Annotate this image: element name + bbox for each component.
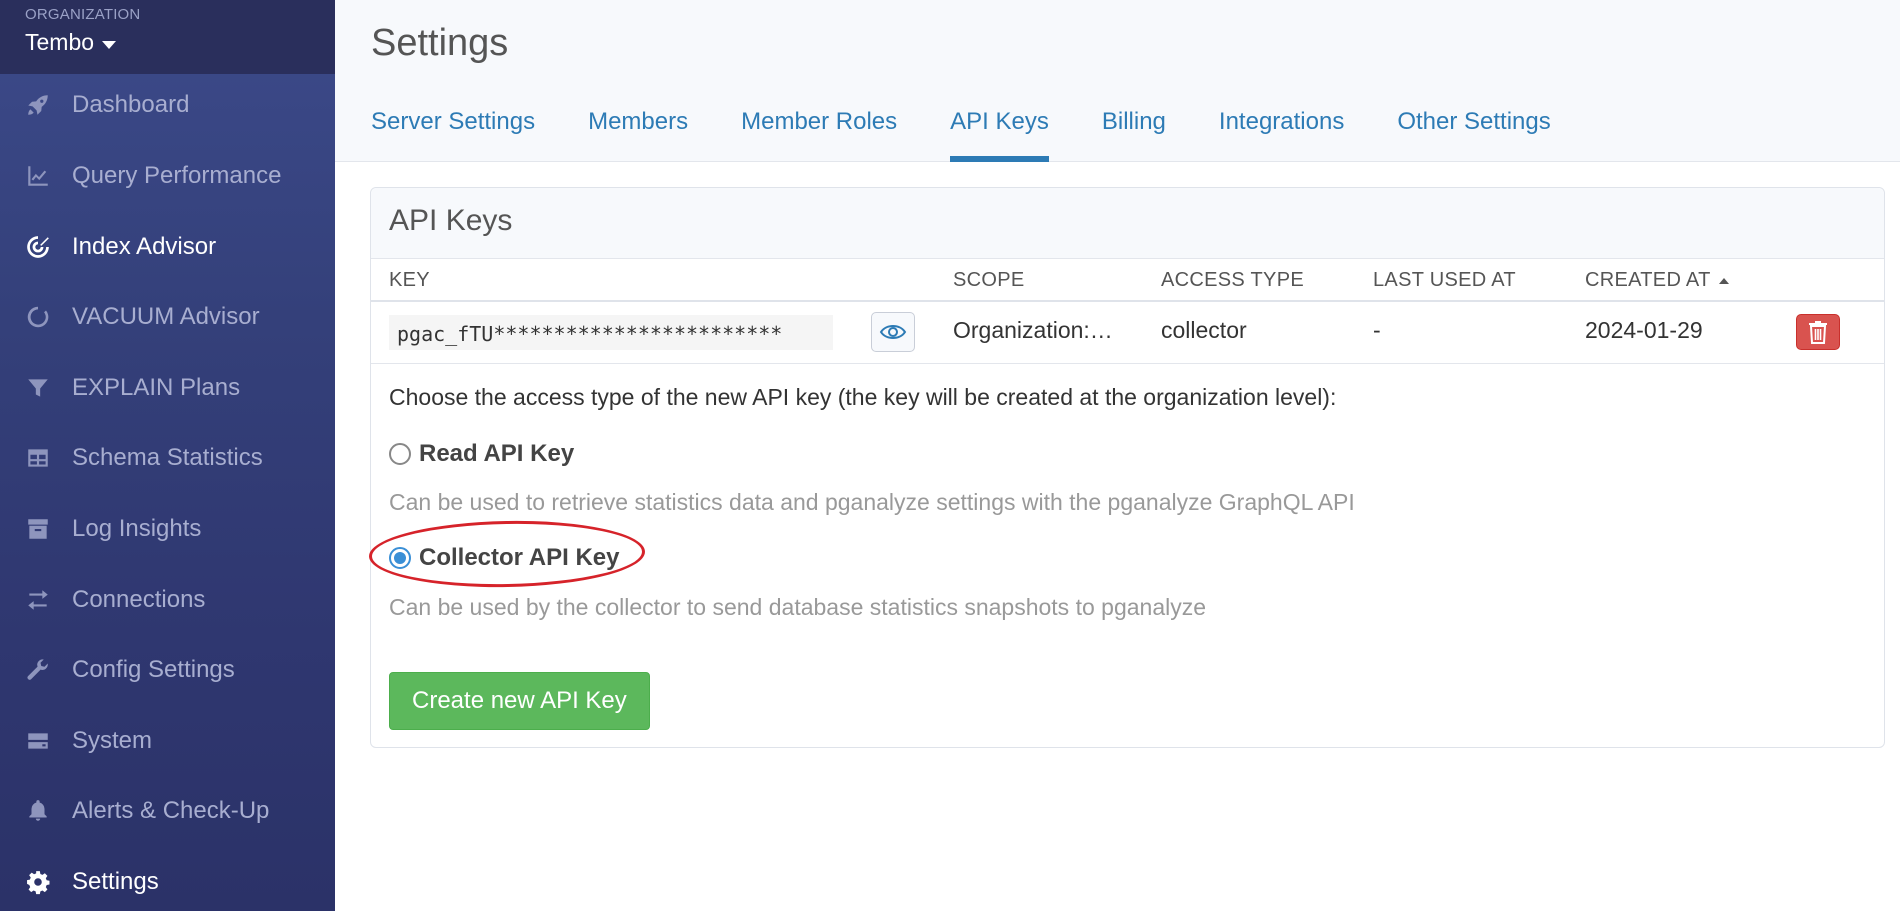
column-header-created-at-label: CREATED AT: [1585, 269, 1711, 291]
read-api-key-option[interactable]: Read API Key: [389, 440, 574, 468]
api-keys-table-header: KEY SCOPE ACCESS TYPE LAST USED AT CREAT…: [371, 259, 1884, 302]
api-key-created-at: 2024-01-29: [1585, 317, 1703, 343]
sidebar-item-label: Index Advisor: [72, 233, 217, 260]
panel-title: API Keys: [389, 204, 513, 237]
hdd-icon: [24, 727, 52, 755]
settings-tabs: Server Settings Members Member Roles API…: [371, 104, 1604, 162]
archive-icon: [24, 515, 52, 543]
organization-name: Tembo: [25, 29, 95, 55]
sidebar-item-label: Config Settings: [72, 656, 235, 683]
tab-server-settings[interactable]: Server Settings: [371, 104, 535, 162]
sidebar-item-alerts-check-up[interactable]: Alerts & Check-Up: [0, 780, 335, 842]
caret-down-icon: [102, 40, 117, 49]
sidebar-item-vacuum-advisor[interactable]: VACUUM Advisor: [0, 286, 335, 348]
tab-api-keys[interactable]: API Keys: [950, 104, 1049, 162]
sidebar-item-label: Connections: [72, 586, 206, 613]
page-title: Settings: [371, 22, 509, 64]
create-api-key-button[interactable]: Create new API Key: [389, 672, 650, 730]
read-api-key-radio[interactable]: [389, 443, 411, 465]
filter-icon: [24, 374, 52, 402]
collector-api-key-help: Can be used by the collector to send dat…: [389, 594, 1207, 620]
organization-label: ORGANIZATION: [25, 6, 141, 23]
collector-api-key-radio[interactable]: [389, 547, 411, 569]
sidebar-item-log-insights[interactable]: Log Insights: [0, 498, 335, 560]
sidebar-item-label: Alerts & Check-Up: [72, 797, 270, 824]
sidebar-item-label: Query Performance: [72, 162, 282, 189]
table-row: pgac_fTU************************ Organiz…: [371, 302, 1884, 364]
wrench-icon: [24, 656, 52, 684]
bell-icon: [24, 797, 52, 825]
settings-header: Settings Server Settings Members Member …: [335, 0, 1900, 162]
sidebar-item-label: VACUUM Advisor: [72, 303, 260, 330]
panel-heading: API Keys: [371, 188, 1884, 259]
circle-notch-icon: [24, 303, 52, 331]
sidebar-item-label: Log Insights: [72, 515, 202, 542]
api-key-access-type: collector: [1161, 317, 1247, 343]
sidebar-item-label: EXPLAIN Plans: [72, 374, 241, 401]
column-header-access-type: ACCESS TYPE: [1161, 269, 1304, 291]
sidebar-item-label: Dashboard: [72, 91, 190, 118]
line-chart-icon: [24, 162, 52, 190]
delete-key-button[interactable]: [1796, 314, 1840, 350]
sidebar-item-dashboard[interactable]: Dashboard: [0, 74, 335, 136]
read-api-key-help: Can be used to retrieve statistics data …: [389, 489, 1355, 515]
eye-icon: [879, 325, 907, 339]
tab-billing[interactable]: Billing: [1102, 104, 1166, 162]
reveal-key-button[interactable]: [871, 312, 915, 352]
tab-other-settings[interactable]: Other Settings: [1397, 104, 1550, 162]
table-icon: [24, 444, 52, 472]
organization-name-dropdown[interactable]: Tembo: [25, 29, 117, 56]
sort-ascending-icon: [1718, 278, 1729, 284]
api-key-last-used-at: -: [1373, 317, 1381, 343]
sidebar: ORGANIZATION Tembo Dashboard Query Perfo…: [0, 0, 335, 911]
api-keys-panel: API Keys KEY SCOPE ACCESS TYPE LAST USED…: [368, 187, 1885, 748]
access-type-prompt: Choose the access type of the new API ke…: [389, 384, 1337, 410]
api-key-scope: Organization:…: [953, 317, 1113, 343]
read-api-key-label: Read API Key: [419, 440, 575, 467]
collector-api-key-label: Collector API Key: [419, 544, 620, 571]
sidebar-item-schema-statistics[interactable]: Schema Statistics: [0, 427, 335, 489]
sidebar-item-system[interactable]: System: [0, 710, 335, 772]
column-header-last-used-at: LAST USED AT: [1373, 269, 1516, 291]
exchange-icon: [24, 586, 52, 614]
sidebar-item-config-settings[interactable]: Config Settings: [0, 639, 335, 701]
gear-icon: [24, 868, 52, 896]
tab-member-roles[interactable]: Member Roles: [741, 104, 897, 162]
column-header-scope: SCOPE: [953, 269, 1025, 291]
trash-icon: [1809, 321, 1827, 344]
rocket-icon: [24, 91, 52, 119]
target-icon: [24, 233, 52, 261]
tab-members[interactable]: Members: [588, 104, 688, 162]
sidebar-item-query-performance[interactable]: Query Performance: [0, 145, 335, 207]
sidebar-item-label: System: [72, 727, 153, 754]
column-header-key: KEY: [389, 269, 430, 291]
sidebar-item-settings[interactable]: Settings: [0, 851, 335, 911]
tab-integrations[interactable]: Integrations: [1219, 104, 1344, 162]
collector-api-key-option[interactable]: Collector API Key: [389, 544, 620, 572]
sidebar-item-connections[interactable]: Connections: [0, 569, 335, 631]
column-header-created-at[interactable]: CREATED AT: [1585, 269, 1729, 292]
sidebar-item-label: Settings: [72, 868, 159, 895]
sidebar-item-index-advisor[interactable]: Index Advisor: [0, 216, 335, 278]
sidebar-item-explain-plans[interactable]: EXPLAIN Plans: [0, 357, 335, 419]
sidebar-item-label: Schema Statistics: [72, 444, 263, 471]
organization-switcher[interactable]: ORGANIZATION Tembo: [0, 0, 335, 74]
api-key-value: pgac_fTU************************: [389, 315, 833, 350]
main-content: Settings Server Settings Members Member …: [335, 0, 1900, 911]
